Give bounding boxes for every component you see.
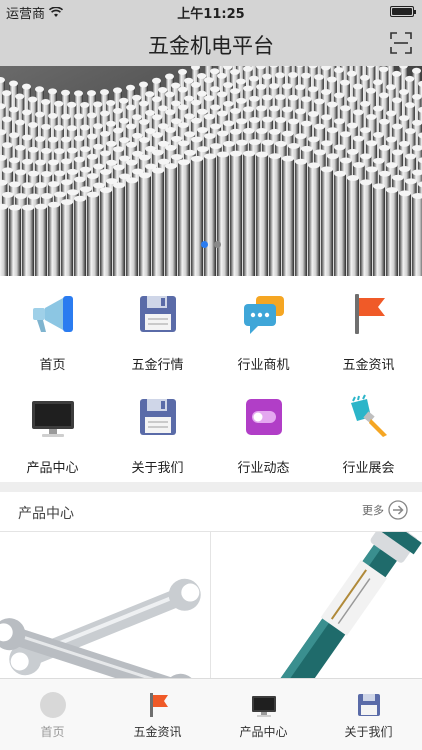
flag-icon (149, 693, 168, 717)
tab-home[interactable]: 首页 (0, 679, 105, 750)
tab-product-center[interactable]: 产品中心 (211, 679, 316, 750)
grid-item-about-us[interactable]: 关于我们 (105, 379, 210, 482)
grid-item-product-center[interactable]: 产品中心 (0, 379, 105, 482)
menu-grid: 首页 五金行情 行业商机 五金资讯 产品中心 关于我们 行业动态 行业展会 (0, 276, 422, 482)
carousel-dot-active[interactable] (201, 241, 208, 248)
grid-item-industry-dynamics[interactable]: 行业动态 (211, 379, 316, 482)
banner-carousel[interactable] (0, 66, 422, 276)
carousel-dot[interactable] (214, 241, 221, 248)
grid-item-home[interactable]: 首页 (0, 276, 105, 379)
megaphone-icon (32, 296, 73, 332)
floppy-disk-icon (357, 694, 380, 716)
grid-item-industry-exhibitions[interactable]: 行业展会 (316, 379, 421, 482)
home-circle-icon (39, 692, 66, 718)
grid-item-label: 产品中心 (26, 461, 79, 476)
section-divider (0, 482, 422, 492)
pipe-wrench-product-image (276, 532, 422, 678)
page-title: 五金机电平台 (148, 34, 274, 58)
status-time: 上午11:25 (177, 7, 245, 22)
grid-item-label: 行业商机 (237, 358, 290, 373)
flag-icon (354, 294, 385, 334)
tab-label: 关于我们 (344, 725, 393, 739)
product-list (0, 532, 422, 678)
wrench-product-image (0, 578, 201, 678)
tab-label: 五金资讯 (133, 725, 182, 739)
grid-item-label: 五金行情 (131, 358, 184, 373)
arrow-right-circle-icon (388, 500, 408, 520)
paint-brush-icon (350, 394, 387, 437)
battery-icon (390, 6, 416, 17)
grid-item-business-opportunities[interactable]: 行业商机 (211, 276, 316, 379)
tab-label: 首页 (40, 725, 65, 739)
grid-item-label: 关于我们 (131, 461, 184, 476)
grid-item-label: 五金资讯 (342, 358, 395, 373)
grid-item-hardware-news[interactable]: 五金资讯 (316, 276, 421, 379)
grid-item-label: 首页 (39, 358, 66, 373)
carousel-dots (0, 241, 422, 248)
tab-bar: 首页 五金资讯 产品中心 关于我们 (0, 678, 422, 750)
floppy-disk-icon (139, 399, 176, 435)
floppy-disk-icon (139, 296, 176, 332)
product-card[interactable] (0, 532, 211, 678)
toggle-switch-icon (245, 399, 282, 435)
tab-about-us[interactable]: 关于我们 (316, 679, 421, 750)
grid-item-label: 行业展会 (342, 461, 395, 476)
more-link[interactable]: 更多 (362, 500, 408, 520)
status-bar: 运营商 上午11:25 (0, 0, 422, 22)
scan-icon[interactable] (390, 32, 412, 54)
monitor-icon (31, 401, 74, 437)
products-section-header: 产品中心 更多 (0, 492, 422, 532)
grid-item-label: 行业动态 (237, 461, 290, 476)
more-label: 更多 (362, 504, 384, 517)
tab-hardware-news[interactable]: 五金资讯 (105, 679, 210, 750)
product-card[interactable] (211, 532, 422, 678)
nav-bar: 五金机电平台 (0, 22, 422, 66)
section-title: 产品中心 (18, 506, 74, 522)
tab-label: 产品中心 (239, 725, 288, 739)
chat-bubbles-icon (243, 296, 284, 334)
monitor-icon (251, 696, 276, 717)
grid-item-hardware-market[interactable]: 五金行情 (105, 276, 210, 379)
